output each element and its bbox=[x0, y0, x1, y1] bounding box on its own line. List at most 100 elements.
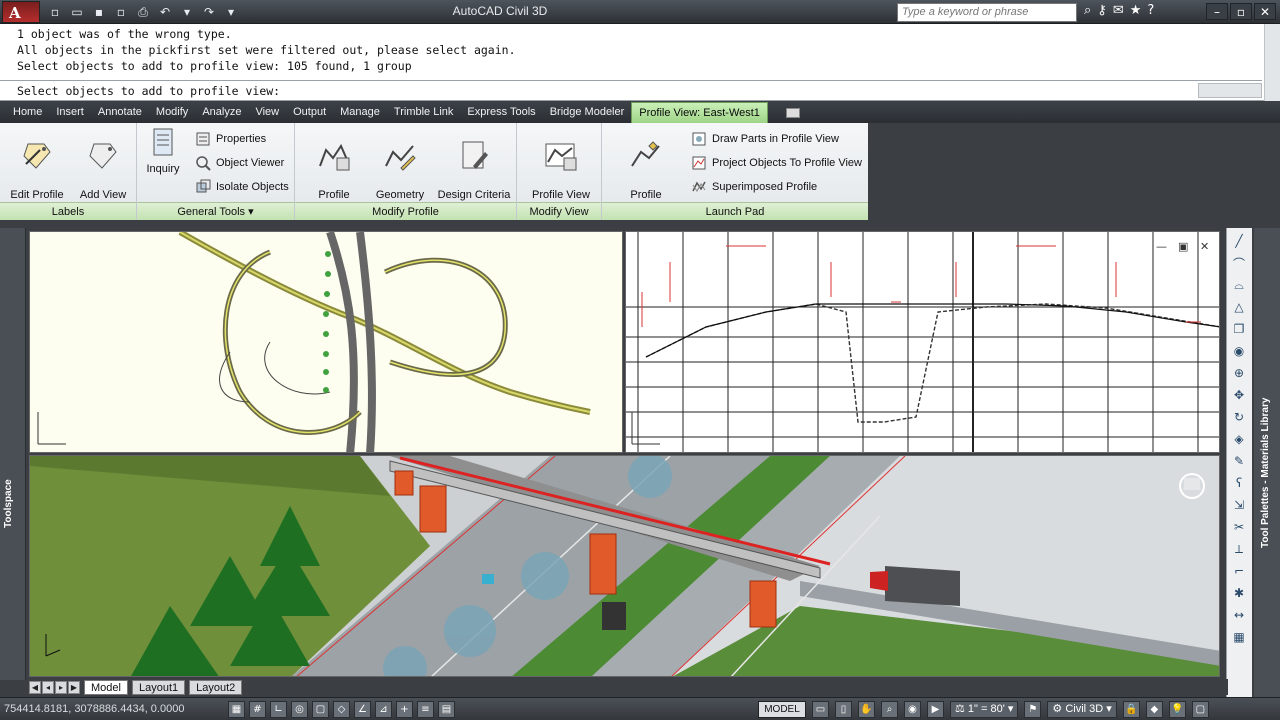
previous-layout-icon[interactable]: ◂ bbox=[42, 680, 54, 694]
ortho-toggle-icon[interactable]: ∟ bbox=[270, 701, 287, 718]
draw-parts-button[interactable]: Draw Parts in Profile View bbox=[691, 129, 839, 149]
panel-launch-pad-title[interactable]: Launch Pad bbox=[602, 202, 868, 220]
zoom-icon[interactable]: ⌕ bbox=[881, 701, 898, 718]
model-space-toggle[interactable]: MODEL bbox=[758, 701, 806, 718]
pan-icon[interactable]: ✋ bbox=[858, 701, 875, 718]
grid-toggle-icon[interactable]: # bbox=[249, 701, 266, 718]
object-viewer-button[interactable]: Object Viewer bbox=[195, 153, 284, 173]
subscription-icon[interactable]: ⚷ bbox=[1097, 3, 1107, 18]
tab-trimble-link[interactable]: Trimble Link bbox=[387, 102, 461, 123]
isolate-icon[interactable]: 💡 bbox=[1168, 701, 1186, 718]
tab-express-tools[interactable]: Express Tools bbox=[460, 102, 542, 123]
panel-modify-profile-title[interactable]: Modify Profile bbox=[295, 202, 516, 220]
hatch-tool-icon[interactable]: ▦ bbox=[1230, 628, 1248, 646]
superimposed-profile-button[interactable]: Superimposed Profile bbox=[691, 177, 817, 197]
lock-icon[interactable]: 🔒 bbox=[1122, 701, 1140, 718]
draw-parts-icon bbox=[692, 132, 706, 146]
tab-layout1[interactable]: Layout1 bbox=[131, 679, 186, 695]
stretch-tool-icon[interactable]: ⇲ bbox=[1230, 496, 1248, 514]
title-bar: A ▫ ▭ ▪ ▫ ⎙ ↶ ▾ ↷ ▾ AutoCAD Civil 3D Typ… bbox=[0, 0, 1280, 24]
inquiry-button[interactable]: Inquiry bbox=[129, 127, 197, 176]
search-input[interactable]: Type a keyword or phrase bbox=[897, 3, 1077, 22]
3d-viewport[interactable] bbox=[29, 455, 1220, 677]
annotation-visibility-icon[interactable]: ⚑ bbox=[1024, 701, 1042, 718]
3dosnap-toggle-icon[interactable]: ◇ bbox=[333, 701, 350, 718]
isolate-objects-button[interactable]: Isolate Objects bbox=[195, 177, 289, 197]
clean-screen-icon[interactable]: ▢ bbox=[1191, 701, 1209, 718]
panel-general-tools-title[interactable]: General Tools ▾ bbox=[137, 202, 294, 220]
plan-viewport[interactable] bbox=[29, 231, 623, 453]
orbit-tool-icon[interactable]: ⊕ bbox=[1230, 364, 1248, 382]
workspace-switcher[interactable]: ⚙ Civil 3D ▾ bbox=[1047, 701, 1117, 718]
line-tool-icon[interactable]: ╱ bbox=[1230, 232, 1248, 250]
isolate-objects-label: Isolate Objects bbox=[216, 181, 289, 193]
ribbon-minimize-icon[interactable] bbox=[785, 107, 800, 118]
osnap-toggle-icon[interactable]: ▢ bbox=[312, 701, 329, 718]
polar-toggle-icon[interactable]: ◎ bbox=[291, 701, 308, 718]
pen-tool-icon[interactable]: ✎ bbox=[1230, 452, 1248, 470]
explode-tool-icon[interactable]: ✱ bbox=[1230, 584, 1248, 602]
hardware-accel-icon[interactable]: ◆ bbox=[1145, 701, 1163, 718]
lineweight-toggle-icon[interactable]: ≡ bbox=[417, 701, 434, 718]
command-horizontal-scrollbar[interactable] bbox=[1198, 83, 1262, 98]
scale-tool-icon[interactable]: ◈ bbox=[1230, 430, 1248, 448]
profile-viewport[interactable]: — ▣ ✕ bbox=[625, 231, 1220, 453]
maximize-button[interactable]: ▫ bbox=[1230, 3, 1252, 20]
extend-tool-icon[interactable]: ⟂ bbox=[1230, 540, 1248, 558]
trim-tool-icon[interactable]: ✂ bbox=[1230, 518, 1248, 536]
tab-bridge-modeler[interactable]: Bridge Modeler bbox=[543, 102, 632, 123]
tool-palettes-panel[interactable]: Tool Palettes - Materials Library bbox=[1254, 228, 1280, 698]
rotate-tool-icon[interactable]: ↻ bbox=[1230, 408, 1248, 426]
quick-view-layouts-icon[interactable]: ▭ bbox=[812, 701, 829, 718]
minimize-button[interactable]: – bbox=[1206, 3, 1228, 20]
properties-button[interactable]: Properties bbox=[195, 129, 266, 149]
tab-view[interactable]: View bbox=[248, 102, 286, 123]
ducs-toggle-icon[interactable]: ⊿ bbox=[375, 701, 392, 718]
coordinate-readout[interactable]: 754414.8181, 3078886.4434, 0.0000 bbox=[4, 703, 184, 715]
tab-model[interactable]: Model bbox=[84, 679, 128, 695]
polyline-tool-icon[interactable]: ⌒ bbox=[1230, 254, 1248, 272]
globe-tool-icon[interactable]: ◉ bbox=[1230, 342, 1248, 360]
toolspace-panel[interactable]: Toolspace bbox=[0, 228, 26, 680]
object-viewer-label: Object Viewer bbox=[216, 157, 285, 169]
annotation-scale-dropdown[interactable]: ⚖ 1" = 80' ▾ bbox=[950, 701, 1019, 718]
snap-toggle-icon[interactable]: ▦ bbox=[228, 701, 245, 718]
fillet-tool-icon[interactable]: ⌐ bbox=[1230, 562, 1248, 580]
copy-tool-icon[interactable]: ❐ bbox=[1230, 320, 1248, 338]
tab-insert[interactable]: Insert bbox=[49, 102, 91, 123]
command-history: 1 object was of the wrong type. All objec… bbox=[17, 26, 516, 74]
command-prompt-input[interactable]: Select objects to add to profile view: bbox=[17, 84, 280, 98]
otrack-toggle-icon[interactable]: ∠ bbox=[354, 701, 371, 718]
tab-manage[interactable]: Manage bbox=[333, 102, 387, 123]
showmotion-icon[interactable]: ▶ bbox=[927, 701, 944, 718]
close-button[interactable]: ✕ bbox=[1254, 3, 1276, 20]
tab-profile-view[interactable]: Profile View: East-West1 bbox=[631, 102, 768, 123]
dyn-toggle-icon[interactable]: + bbox=[396, 701, 413, 718]
panel-labels-title[interactable]: Labels bbox=[0, 202, 136, 220]
tab-layout2[interactable]: Layout2 bbox=[189, 679, 243, 695]
tab-output[interactable]: Output bbox=[286, 102, 333, 123]
tab-analyze[interactable]: Analyze bbox=[195, 102, 248, 123]
star-icon[interactable]: ★ bbox=[1130, 3, 1142, 18]
tab-modify[interactable]: Modify bbox=[149, 102, 195, 123]
next-layout-icon[interactable]: ▸ bbox=[55, 680, 67, 694]
help-icon[interactable]: ? bbox=[1147, 3, 1154, 18]
tab-annotate[interactable]: Annotate bbox=[91, 102, 149, 123]
profile-view-properties-icon bbox=[545, 143, 577, 171]
arc-tool-icon[interactable]: ⌓ bbox=[1230, 276, 1248, 294]
panel-modify-view-title[interactable]: Modify View bbox=[517, 202, 601, 220]
communication-icon[interactable]: ✉ bbox=[1113, 3, 1124, 18]
triangle-tool-icon[interactable]: △ bbox=[1230, 298, 1248, 316]
first-layout-icon[interactable]: ◀ bbox=[29, 680, 41, 694]
hook-tool-icon[interactable]: ʕ bbox=[1230, 474, 1248, 492]
last-layout-icon[interactable]: ▶ bbox=[68, 680, 80, 694]
dimension-tool-icon[interactable]: ↔ bbox=[1230, 606, 1248, 624]
steering-wheel-icon[interactable]: ◉ bbox=[904, 701, 921, 718]
tab-home[interactable]: Home bbox=[6, 102, 49, 123]
command-vertical-scrollbar[interactable] bbox=[1264, 24, 1280, 101]
move-tool-icon[interactable]: ✥ bbox=[1230, 386, 1248, 404]
transparency-toggle-icon[interactable]: ▤ bbox=[438, 701, 455, 718]
project-objects-button[interactable]: Project Objects To Profile View bbox=[691, 153, 862, 173]
quick-view-drawings-icon[interactable]: ▯ bbox=[835, 701, 852, 718]
search-icon[interactable]: ⌕ bbox=[1084, 3, 1091, 18]
